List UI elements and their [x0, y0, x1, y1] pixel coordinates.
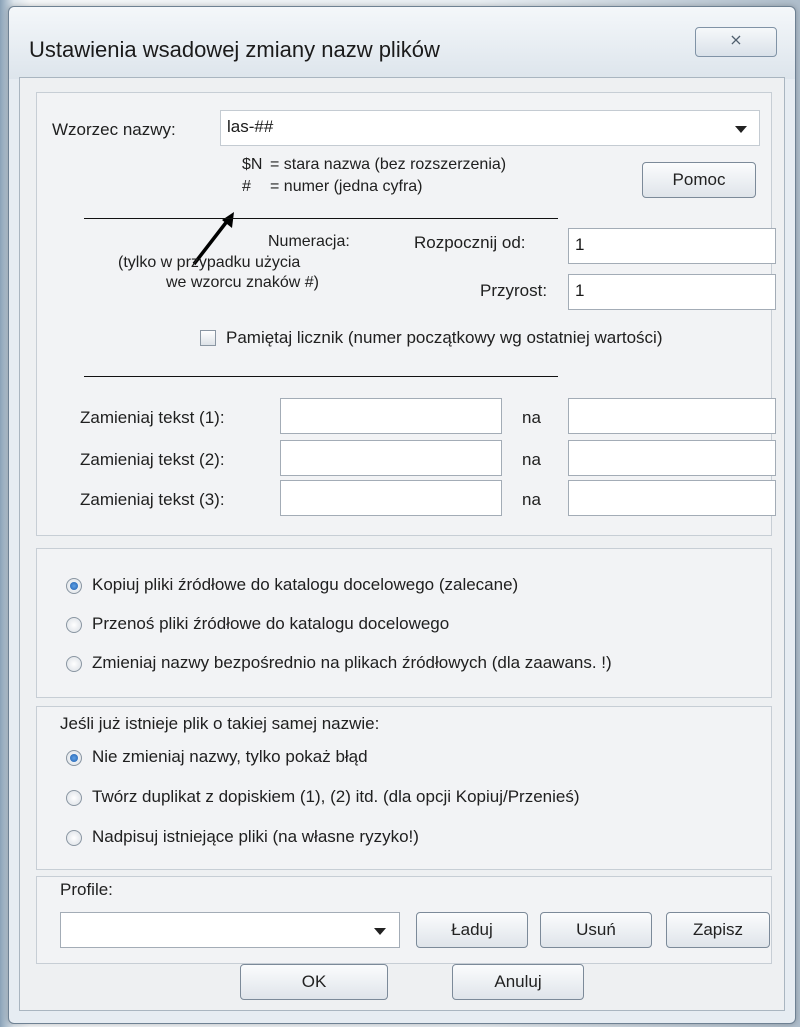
load-profile-button[interactable]: Ładuj	[416, 912, 528, 948]
conflict-radio-error[interactable]	[66, 750, 82, 766]
mode-radio-inplace[interactable]	[66, 656, 82, 672]
pattern-value: las-##	[227, 117, 274, 136]
conflict-heading: Jeśli już istnieje plik o takiej samej n…	[60, 714, 380, 733]
replace-with-3[interactable]	[568, 480, 776, 516]
delete-profile-button[interactable]: Usuń	[540, 912, 652, 948]
numbering-note-2: we wzorcu znaków #)	[166, 274, 319, 291]
replace-with-2[interactable]	[568, 440, 776, 476]
hint-hash-code: #	[242, 178, 251, 195]
mode-radio-move[interactable]	[66, 617, 82, 633]
divider-top	[84, 218, 558, 219]
conflict-radio-duplicate[interactable]	[66, 790, 82, 806]
numbering-note-1: (tylko w przypadku użycia	[118, 254, 301, 271]
replace-label-2: Zamieniaj tekst (2):	[80, 450, 225, 469]
help-button[interactable]: Pomoc	[642, 162, 756, 198]
conflict-label-error: Nie zmieniaj nazwy, tylko pokaż błąd	[92, 747, 368, 766]
save-profile-button[interactable]: Zapisz	[666, 912, 770, 948]
numbering-label: Numeracja:	[268, 233, 350, 250]
replace-label-1: Zamieniaj tekst (1):	[80, 408, 225, 427]
hint-sn-code: $N	[242, 156, 263, 173]
pattern-combobox[interactable]: las-##	[220, 110, 760, 146]
chevron-down-icon[interactable]	[374, 928, 386, 935]
close-icon[interactable]: ⨯	[695, 27, 777, 57]
step-label: Przyrost:	[480, 281, 548, 300]
start-input[interactable]: 1	[568, 228, 776, 264]
remember-counter-checkbox[interactable]	[200, 330, 216, 346]
hint-sn-text: = stara nazwa (bez rozszerzenia)	[270, 156, 507, 173]
replace-with-1[interactable]	[568, 398, 776, 434]
dialog-body: Wzorzec nazwy: las-## $N = stara nazwa (…	[19, 77, 785, 1011]
replace-find-2[interactable]	[280, 440, 502, 476]
mode-radio-copy[interactable]	[66, 578, 82, 594]
replace-find-1[interactable]	[280, 398, 502, 434]
replace-label-3: Zamieniaj tekst (3):	[80, 490, 225, 509]
conflict-radio-overwrite[interactable]	[66, 830, 82, 846]
divider-bottom	[84, 376, 558, 377]
hint-hash-text: = numer (jedna cyfra)	[270, 178, 423, 195]
ok-button[interactable]: OK	[240, 964, 388, 1000]
chevron-down-icon[interactable]	[735, 126, 747, 133]
conflict-label-duplicate: Twórz duplikat z dopiskiem (1), (2) itd.…	[92, 787, 580, 806]
profile-label: Profile:	[60, 880, 113, 899]
dialog-window: Ustawienia wsadowej zmiany nazw plików ⨯…	[8, 6, 796, 1024]
pattern-label: Wzorzec nazwy:	[52, 120, 176, 139]
remember-counter-label: Pamiętaj licznik (numer początkowy wg os…	[226, 328, 663, 347]
replace-na-3: na	[522, 490, 541, 509]
step-input[interactable]: 1	[568, 274, 776, 310]
conflict-label-overwrite: Nadpisuj istniejące pliki (na własne ryz…	[92, 827, 419, 846]
mode-label-copy: Kopiuj pliki źródłowe do katalogu docelo…	[92, 575, 519, 594]
title-bar: Ustawienia wsadowej zmiany nazw plików ⨯	[9, 7, 795, 79]
cancel-button[interactable]: Anuluj	[452, 964, 584, 1000]
profile-combobox[interactable]	[60, 912, 400, 948]
replace-na-2: na	[522, 450, 541, 469]
replace-find-3[interactable]	[280, 480, 502, 516]
mode-label-inplace: Zmieniaj nazwy bezpośrednio na plikach ź…	[92, 653, 612, 672]
window-title: Ustawienia wsadowej zmiany nazw plików	[29, 37, 440, 62]
replace-na-1: na	[522, 408, 541, 427]
mode-label-move: Przenoś pliki źródłowe do katalogu docel…	[92, 614, 450, 633]
start-label: Rozpocznij od:	[414, 233, 526, 252]
